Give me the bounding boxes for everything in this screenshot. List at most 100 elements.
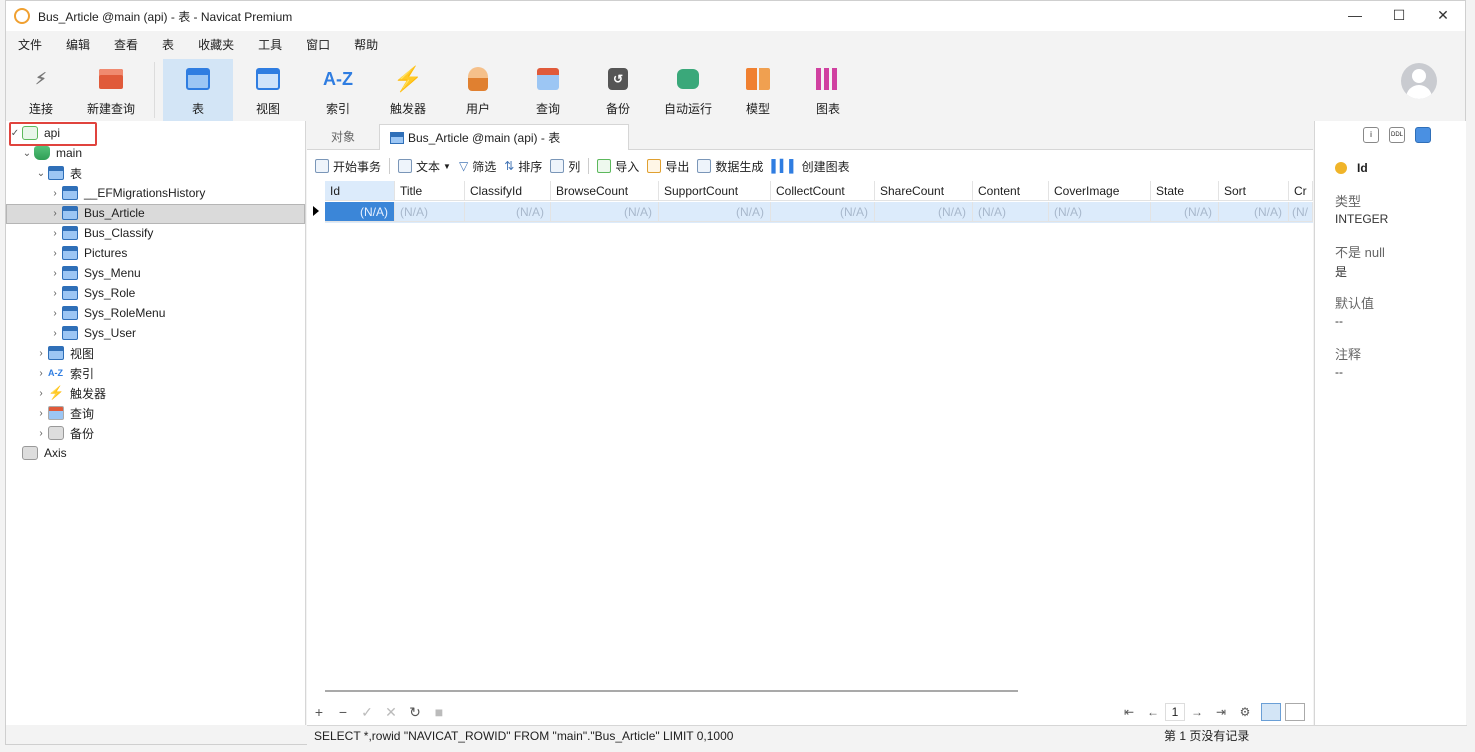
connect-button[interactable]: ⚡︎ 连接	[6, 59, 76, 121]
model-button[interactable]: 模型	[723, 59, 793, 121]
chevron-right-icon[interactable]: ›	[48, 208, 62, 219]
delete-record-button[interactable]: −	[331, 704, 355, 720]
chevron-right-icon[interactable]: ›	[48, 268, 62, 279]
grid-cell[interactable]: (N/A)	[465, 202, 551, 222]
prev-page-button[interactable]: ←	[1141, 705, 1165, 719]
tab-bus-article[interactable]: Bus_Article @main (api) - 表	[379, 124, 629, 150]
automation-button[interactable]: 自动运行	[653, 59, 723, 121]
grid-cell[interactable]: (N/A)	[1049, 202, 1151, 222]
grid-icon[interactable]	[1415, 127, 1431, 143]
tree-connection-axis[interactable]: Axis	[8, 443, 67, 463]
chevron-right-icon[interactable]: ›	[34, 368, 48, 379]
menu-help[interactable]: 帮助	[342, 35, 390, 57]
grid-cell[interactable]: (N/A)	[325, 202, 395, 222]
chevron-right-icon[interactable]: ›	[48, 288, 62, 299]
chevron-down-icon[interactable]: ⌄	[34, 168, 48, 179]
table-row[interactable]: (N/A) (N/A) (N/A) (N/A) (N/A) (N/A) (N/A…	[325, 202, 1313, 223]
menu-favorites[interactable]: 收藏夹	[186, 35, 246, 57]
chevron-right-icon[interactable]: ›	[48, 248, 62, 259]
grid-cell[interactable]: (N/A)	[659, 202, 771, 222]
column-header[interactable]: CollectCount	[771, 181, 875, 201]
tree-table-item[interactable]: › Sys_Role	[48, 283, 135, 303]
query-button[interactable]: 查询	[513, 59, 583, 121]
menu-file[interactable]: 文件	[6, 35, 54, 57]
menu-edit[interactable]: 编辑	[54, 35, 102, 57]
chart-button[interactable]: 图表	[793, 59, 863, 121]
stop-button[interactable]: ■	[427, 704, 451, 720]
add-record-button[interactable]: +	[307, 704, 331, 720]
grid-cell[interactable]: (N/A)	[1219, 202, 1289, 222]
tab-objects[interactable]: 对象	[307, 124, 379, 150]
column-header[interactable]: BrowseCount	[551, 181, 659, 201]
apply-changes-button[interactable]: ✓	[355, 704, 379, 721]
settings-gear-icon[interactable]: ⚙	[1233, 705, 1257, 719]
column-header[interactable]: Content	[973, 181, 1049, 201]
chevron-right-icon[interactable]: ›	[48, 308, 62, 319]
maximize-button[interactable]: ☐	[1377, 1, 1421, 31]
text-view-button[interactable]: 文本 ▼	[398, 158, 451, 175]
tree-backups-folder[interactable]: › 备份	[34, 423, 94, 443]
last-page-button[interactable]: ⇥	[1209, 705, 1233, 719]
grid-cell[interactable]: (N/A)	[875, 202, 973, 222]
grid-view-toggle[interactable]	[1261, 703, 1281, 721]
grid-cell[interactable]: (N/	[1289, 202, 1313, 222]
chevron-right-icon[interactable]: ›	[34, 408, 48, 419]
new-query-button[interactable]: 新建查询	[76, 59, 146, 121]
menu-view[interactable]: 查看	[102, 35, 150, 57]
data-generation-button[interactable]: 数据生成	[697, 158, 763, 175]
trigger-button[interactable]: ⚡ 触发器	[373, 59, 443, 121]
first-page-button[interactable]: ⇤	[1117, 705, 1141, 719]
view-button[interactable]: 视图	[233, 59, 303, 121]
refresh-button[interactable]: ↻	[403, 704, 427, 721]
page-number-field[interactable]: 1	[1165, 703, 1185, 721]
minimize-button[interactable]: —	[1333, 1, 1377, 31]
filter-button[interactable]: ▽ 筛选	[459, 158, 496, 175]
column-header[interactable]: SupportCount	[659, 181, 771, 201]
grid-cell[interactable]: (N/A)	[973, 202, 1049, 222]
column-header[interactable]: Cr	[1289, 181, 1313, 201]
column-header[interactable]: Title	[395, 181, 465, 201]
import-button[interactable]: 导入	[597, 158, 639, 175]
chevron-right-icon[interactable]: ›	[34, 388, 48, 399]
menu-table[interactable]: 表	[150, 35, 186, 57]
tree-table-item[interactable]: › Sys_User	[48, 323, 136, 343]
backup-button[interactable]: ↺ 备份	[583, 59, 653, 121]
menu-tools[interactable]: 工具	[246, 35, 294, 57]
tree-table-item[interactable]: › Sys_RoleMenu	[48, 303, 165, 323]
user-avatar-icon[interactable]	[1401, 63, 1437, 99]
tree-triggers-folder[interactable]: › ⚡ 触发器	[34, 383, 106, 403]
grid-cell[interactable]: (N/A)	[771, 202, 875, 222]
tree-table-item[interactable]: › __EFMigrationsHistory	[48, 183, 205, 203]
grid-cell[interactable]: (N/A)	[1151, 202, 1219, 222]
chevron-right-icon[interactable]: ›	[48, 328, 62, 339]
tree-views-folder[interactable]: › 视图	[34, 343, 94, 363]
chevron-down-icon[interactable]: ⌄	[20, 148, 34, 159]
tree-tables-folder[interactable]: ⌄ 表	[34, 163, 82, 183]
column-header[interactable]: ClassifyId	[465, 181, 551, 201]
chevron-right-icon[interactable]: ›	[34, 348, 48, 359]
info-icon[interactable]: i	[1363, 127, 1379, 143]
column-header[interactable]: ShareCount	[875, 181, 973, 201]
index-button[interactable]: A-Z 索引	[303, 59, 373, 121]
sort-button[interactable]: ⇅ 排序	[504, 158, 542, 175]
user-button[interactable]: 用户	[443, 59, 513, 121]
tree-table-item[interactable]: › Bus_Article	[48, 203, 145, 223]
discard-changes-button[interactable]: ✕	[379, 704, 403, 721]
ddl-icon[interactable]: DDL	[1389, 127, 1405, 143]
create-chart-button[interactable]: ▌▍▌ 创建图表	[771, 158, 849, 175]
grid-cell[interactable]: (N/A)	[395, 202, 465, 222]
column-header[interactable]: CoverImage	[1049, 181, 1151, 201]
column-header[interactable]: State	[1151, 181, 1219, 201]
table-button[interactable]: 表	[163, 59, 233, 121]
chevron-right-icon[interactable]: ›	[48, 228, 62, 239]
tree-table-item[interactable]: › Pictures	[48, 243, 127, 263]
column-header[interactable]: Sort	[1219, 181, 1289, 201]
menu-window[interactable]: 窗口	[294, 35, 342, 57]
begin-transaction-button[interactable]: 开始事务	[315, 158, 381, 175]
chevron-right-icon[interactable]: ›	[34, 428, 48, 439]
column-header[interactable]: Id	[325, 181, 395, 201]
form-view-toggle[interactable]	[1285, 703, 1305, 721]
tree-table-item[interactable]: › Bus_Classify	[48, 223, 153, 243]
columns-button[interactable]: 列	[550, 158, 580, 175]
horizontal-scrollbar[interactable]	[325, 690, 1018, 692]
